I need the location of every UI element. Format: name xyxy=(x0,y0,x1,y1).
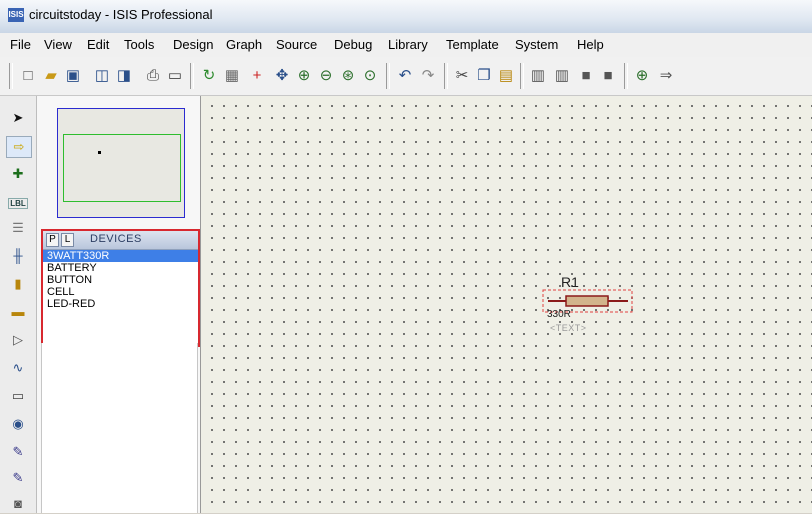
toolbar-separator xyxy=(444,63,448,89)
cut-icon[interactable]: ✂ xyxy=(452,66,472,86)
device-selector-header: P L DEVICES xyxy=(43,231,198,250)
toolbar-separator xyxy=(520,63,524,89)
menu-source[interactable]: Source xyxy=(276,37,317,52)
current-probe-icon[interactable]: ✎ xyxy=(6,468,30,488)
toggle-grid-icon[interactable]: ▦ xyxy=(222,66,242,86)
refresh-icon[interactable]: ↻ xyxy=(199,66,219,86)
paste-icon[interactable]: ▤ xyxy=(496,66,516,86)
selection-mode-icon[interactable]: ➤ xyxy=(6,108,30,128)
toolbar: □ ▰ ▣ ◫ ◨ ⎙ ▭ ↻ ▦ + ✥ ⊕ ⊖ ⊛ ⊙ ↶ ↷ ✂ ❐ ▤ … xyxy=(0,57,812,96)
overview-component-marker xyxy=(98,151,101,154)
menu-bar: File View Edit Tools Design Graph Source… xyxy=(0,33,812,58)
terminals-icon[interactable]: ▬ xyxy=(6,302,30,322)
pick-devices-button[interactable]: P xyxy=(46,233,59,247)
pick-device-icon[interactable]: ⊕ xyxy=(632,66,652,86)
toolbar-separator xyxy=(624,63,628,89)
device-selector: P L DEVICES 3WATT330R BATTERY BUTTON CEL… xyxy=(41,229,200,347)
redo-icon[interactable]: ↷ xyxy=(418,66,438,86)
tape-recorder-icon[interactable]: ▭ xyxy=(6,386,30,406)
import-section-icon[interactable]: ◫ xyxy=(92,66,112,86)
device-item-led-red[interactable]: LED-RED xyxy=(43,298,198,310)
menu-tools[interactable]: Tools xyxy=(124,37,154,52)
virtual-instruments-icon[interactable]: ◙ xyxy=(6,494,30,514)
device-selector-title: DEVICES xyxy=(90,233,142,245)
new-file-icon[interactable]: □ xyxy=(18,66,38,86)
menu-help[interactable]: Help xyxy=(577,37,604,52)
block-delete-icon[interactable]: ■ xyxy=(598,66,618,86)
text-script-icon[interactable]: ☰ xyxy=(6,218,30,238)
app-logo-icon: ISIS xyxy=(8,8,24,22)
zoom-all-icon[interactable]: ⊛ xyxy=(338,66,358,86)
menu-debug[interactable]: Debug xyxy=(334,37,372,52)
device-item-3watt330r[interactable]: 3WATT330R xyxy=(43,250,198,262)
device-list: 3WATT330R BATTERY BUTTON CELL LED-RED xyxy=(43,250,198,310)
menu-design[interactable]: Design xyxy=(173,37,213,52)
window-title: circuitstoday - ISIS Professional xyxy=(29,7,213,22)
junction-dot-icon[interactable]: ✚ xyxy=(6,164,30,184)
print-area-icon[interactable]: ▭ xyxy=(165,66,185,86)
block-copy-icon[interactable]: ▥ xyxy=(528,66,548,86)
origin-icon[interactable]: + xyxy=(247,66,267,86)
open-folder-icon[interactable]: ▰ xyxy=(41,66,61,86)
copy-icon[interactable]: ❐ xyxy=(474,66,494,86)
menu-file[interactable]: File xyxy=(10,37,31,52)
export-section-icon[interactable]: ◨ xyxy=(114,66,134,86)
library-manager-button[interactable]: L xyxy=(61,233,74,247)
overview-window[interactable] xyxy=(57,108,185,218)
component-value-label[interactable]: 330R xyxy=(547,309,571,320)
wire-label-icon[interactable]: LBL xyxy=(6,192,30,212)
menu-template[interactable]: Template xyxy=(446,37,499,52)
generator-icon[interactable]: ◉ xyxy=(6,414,30,434)
menu-view[interactable]: View xyxy=(44,37,72,52)
title-bar: ISIS circuitstoday - ISIS Professional xyxy=(0,0,812,34)
subcircuit-icon[interactable]: ▮ xyxy=(6,274,30,294)
print-icon[interactable]: ⎙ xyxy=(143,66,163,86)
menu-graph[interactable]: Graph xyxy=(226,37,262,52)
undo-icon[interactable]: ↶ xyxy=(395,66,415,86)
schematic-canvas[interactable]: R1 330R <TEXT> xyxy=(201,96,812,513)
menu-edit[interactable]: Edit xyxy=(87,37,109,52)
mode-toolbar: ➤ ⇨ ✚ LBL ☰ ╫ ▮ ▬ ▷ ∿ ▭ ◉ ✎ ✎ ◙ xyxy=(0,96,37,513)
toolbar-separator xyxy=(386,63,390,89)
save-icon[interactable]: ▣ xyxy=(63,66,83,86)
overview-view-area xyxy=(63,134,181,202)
graph-mode-icon[interactable]: ∿ xyxy=(6,358,30,378)
side-panel: P L DEVICES 3WATT330R BATTERY BUTTON CEL… xyxy=(37,96,201,513)
block-rotate-icon[interactable]: ■ xyxy=(576,66,596,86)
voltage-probe-icon[interactable]: ✎ xyxy=(6,442,30,462)
menu-library[interactable]: Library xyxy=(388,37,428,52)
component-mode-icon[interactable]: ⇨ xyxy=(6,136,32,158)
menu-system[interactable]: System xyxy=(515,37,558,52)
zoom-in-icon[interactable]: ⊕ xyxy=(294,66,314,86)
buses-icon[interactable]: ╫ xyxy=(6,246,30,266)
block-move-icon[interactable]: ▥ xyxy=(552,66,572,86)
zoom-out-icon[interactable]: ⊖ xyxy=(316,66,336,86)
component-text-placeholder: <TEXT> xyxy=(550,323,587,333)
pan-icon[interactable]: ✥ xyxy=(272,66,292,86)
make-device-icon[interactable]: ⇒ xyxy=(656,66,676,86)
component-ref-label[interactable]: R1 xyxy=(561,274,579,290)
zoom-area-icon[interactable]: ⊙ xyxy=(360,66,380,86)
device-item-button[interactable]: BUTTON xyxy=(43,274,198,286)
device-pins-icon[interactable]: ▷ xyxy=(6,330,30,350)
resistor-body xyxy=(565,295,609,307)
toolbar-separator xyxy=(9,63,13,89)
device-item-cell[interactable]: CELL xyxy=(43,286,198,298)
device-item-battery[interactable]: BATTERY xyxy=(43,262,198,274)
toolbar-separator xyxy=(190,63,194,89)
device-list-blank-area xyxy=(41,343,198,513)
